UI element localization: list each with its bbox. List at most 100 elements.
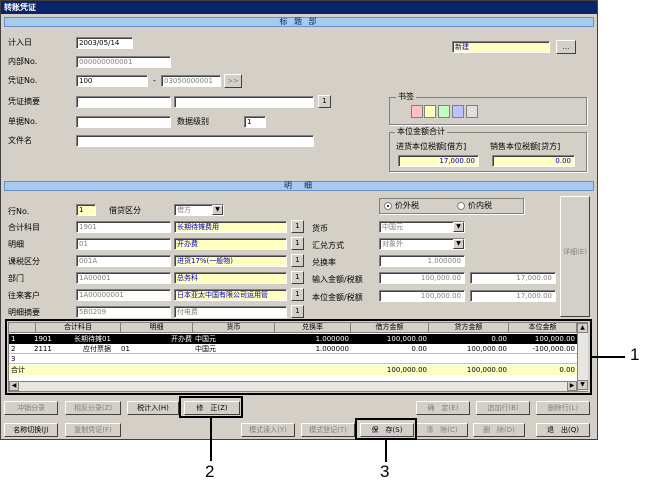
- bookmark-color-2[interactable]: [424, 105, 436, 118]
- opposite-button[interactable]: 相反分录(Z): [65, 401, 121, 415]
- currency-value: 中国元: [382, 223, 403, 231]
- dept-label: 部门: [8, 274, 24, 283]
- summary-input[interactable]: [76, 96, 171, 108]
- account-pick-button[interactable]: 1: [291, 220, 304, 233]
- detail-band: 明 细: [4, 181, 594, 191]
- callout-box-1: [5, 319, 592, 395]
- input-tax-input[interactable]: 17,000.00: [470, 272, 556, 284]
- exch-rate-input[interactable]: 1.000000: [379, 255, 465, 267]
- exch-method-label: 汇兑方式: [312, 241, 344, 250]
- status-field: 新建: [452, 41, 550, 53]
- add-row-button[interactable]: 追加行(B): [476, 401, 530, 415]
- pattern-save-button[interactable]: 模式登记(T): [301, 423, 355, 437]
- tax-int-radio[interactable]: [457, 202, 465, 210]
- tax-label: 课税区分: [8, 257, 40, 266]
- callout-box-3: [355, 418, 417, 440]
- currency-label: 货币: [312, 224, 328, 233]
- callout-box-2: [179, 396, 243, 418]
- dept-code-input[interactable]: 1A00001: [76, 272, 171, 284]
- desc-label: 明细摘要: [8, 308, 40, 317]
- tax-calc-button[interactable]: 税计入(H): [127, 401, 179, 415]
- summary-label: 凭证摘要: [8, 97, 40, 106]
- currency-select[interactable]: 中国元 ▼: [379, 221, 465, 233]
- docno-input[interactable]: [76, 116, 171, 128]
- window-title: 转账凭证: [1, 1, 597, 14]
- callout-number-3: 3: [380, 462, 390, 481]
- voucher-no-input-2: 03050000001: [161, 75, 221, 87]
- desc-name-field: 付电费: [174, 306, 287, 318]
- chevron-down-icon: ▼: [453, 222, 464, 232]
- base-amount-input: 100,000.00: [379, 290, 465, 302]
- input-tax-label: 进货本位税额[借方]: [396, 142, 467, 151]
- bookmark-color-5[interactable]: [466, 105, 478, 118]
- callout-line-3: [385, 440, 387, 462]
- account-name-field: 长期待摊费用: [174, 221, 287, 233]
- tax-ext-radio[interactable]: [384, 202, 392, 210]
- input-amount-input[interactable]: 100,000.00: [379, 272, 465, 284]
- header-band: 标 题 部: [4, 17, 594, 27]
- customer-pick-button[interactable]: 1: [291, 288, 304, 301]
- copy-voucher-button[interactable]: 复制凭证(F): [65, 423, 121, 437]
- summary-pick-button[interactable]: 1: [318, 95, 331, 108]
- chevron-down-icon: ▼: [212, 205, 223, 215]
- status-more-button[interactable]: ...: [556, 40, 576, 54]
- base-amount-label: 本位金额/税额: [312, 293, 363, 302]
- customer-label: 往来客户: [8, 291, 40, 300]
- base-tax-input: 17,000.00: [470, 290, 556, 302]
- callout-number-1: 1: [630, 345, 640, 364]
- bookmark-title: 书签: [396, 92, 416, 101]
- voucher-no-label: 凭证No.: [8, 76, 38, 85]
- voucher-no-input[interactable]: 100: [76, 75, 148, 87]
- customer-code-input[interactable]: 1A00000001: [76, 289, 171, 301]
- confirm-button[interactable]: 确 定(E): [416, 401, 470, 415]
- sub-name-field: 开办费: [174, 238, 287, 250]
- voucher-sep: -: [153, 76, 156, 85]
- tax-name-field: 进货17%(一般物): [174, 255, 287, 267]
- exit-button[interactable]: 退 出(Q): [536, 423, 590, 437]
- tax-ext-label: 价外税: [395, 201, 419, 210]
- dept-pick-button[interactable]: 1: [291, 271, 304, 284]
- desc-code-input[interactable]: 5B0209: [76, 306, 171, 318]
- detail-button[interactable]: 详细(E): [560, 196, 590, 317]
- summary-input-2[interactable]: [174, 96, 314, 108]
- date-input[interactable]: 2003/05/14: [76, 37, 133, 49]
- desc-pick-button[interactable]: 1: [291, 305, 304, 318]
- exch-rate-label: 兑换率: [312, 258, 336, 267]
- filename-input[interactable]: [76, 135, 314, 147]
- dc-value: 借方: [177, 206, 191, 214]
- tax-int-label: 价内税: [468, 201, 492, 210]
- tax-code-input[interactable]: 001A: [76, 255, 171, 267]
- filename-label: 文件名: [8, 136, 32, 145]
- dc-label: 借贷区分: [109, 206, 141, 215]
- line-no-input[interactable]: 1: [76, 204, 96, 216]
- name-switch-button[interactable]: 名称切换(J): [4, 423, 58, 437]
- bookmark-color-1[interactable]: [411, 105, 423, 118]
- pattern-load-button[interactable]: 模式读入(Y): [241, 423, 295, 437]
- tax-pick-button[interactable]: 1: [291, 254, 304, 267]
- output-tax-label: 销售本位税额[贷方]: [490, 142, 561, 151]
- exch-method-select[interactable]: 对象外 ▼: [379, 238, 465, 250]
- customer-name-field: 日本亚太中国有限公司运用管: [174, 289, 287, 301]
- sub-pick-button[interactable]: 1: [291, 237, 304, 250]
- internal-no-input: 000000000001: [76, 56, 171, 68]
- offset-button[interactable]: 冲销分录: [4, 401, 58, 415]
- sub-code-input[interactable]: 01: [76, 238, 171, 250]
- callout-line-1: [592, 356, 625, 358]
- delete-row-button[interactable]: 删除行(L): [536, 401, 590, 415]
- bookmark-color-3[interactable]: [438, 105, 450, 118]
- output-tax-value: 0.00: [492, 155, 575, 167]
- sub-label: 明细: [8, 240, 24, 249]
- account-code-input[interactable]: 1901: [76, 221, 171, 233]
- dept-name-field: 总务科: [174, 272, 287, 284]
- callout-line-2: [210, 418, 212, 461]
- level-input[interactable]: 1: [244, 116, 266, 128]
- line-no-label: 行No.: [8, 207, 30, 216]
- delete-button[interactable]: 删 除(D): [473, 423, 525, 437]
- dc-select[interactable]: 借方 ▼: [174, 204, 224, 216]
- input-tax-value: 17,000.00: [398, 155, 479, 167]
- input-amount-label: 输入金额/税额: [312, 275, 363, 284]
- clear-button[interactable]: 清 除(C): [416, 423, 468, 437]
- bookmark-color-4[interactable]: [452, 105, 464, 118]
- voucher-next-button[interactable]: >>: [224, 74, 242, 88]
- internal-no-label: 内部No.: [8, 57, 38, 66]
